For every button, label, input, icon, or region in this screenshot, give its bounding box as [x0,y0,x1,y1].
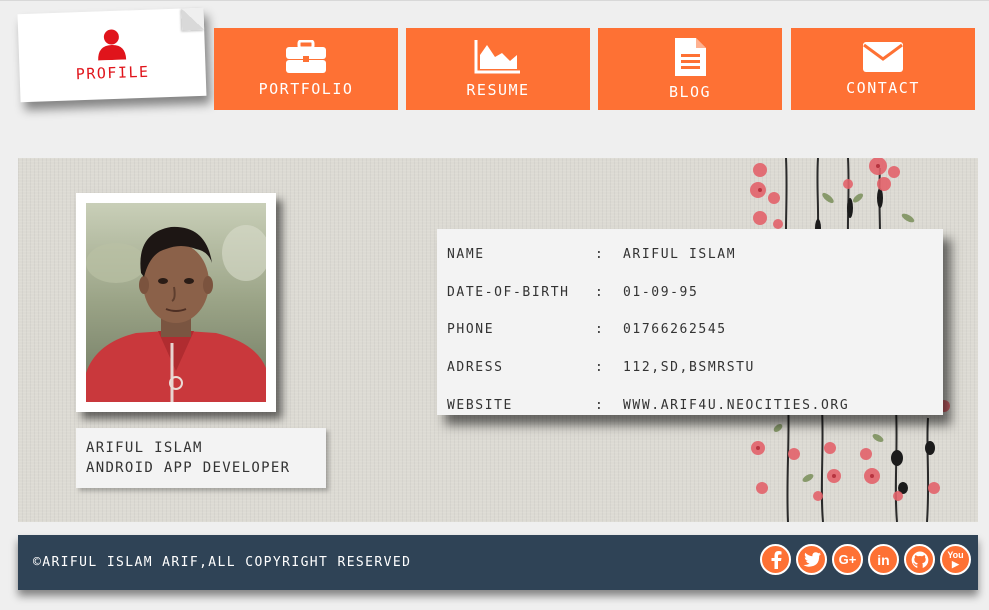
info-value: 112,SD,BSMRSTU [623,360,755,376]
google-plus-icon[interactable]: G+ [832,544,863,575]
info-separator: : [595,397,605,413]
info-separator: : [595,360,605,376]
nav-blog[interactable]: BLOG [598,28,782,110]
info-key: NAME [447,247,485,263]
facebook-icon[interactable] [760,544,791,575]
info-row-dob: DATE-OF-BIRTH : 01-09-95 [447,274,933,312]
github-icon[interactable] [904,544,935,575]
envelope-icon [863,42,903,72]
profile-banner: ARIFUL ISLAM ANDROID APP DEVELOPER NAME … [18,158,978,522]
info-card: NAME : ARIFUL ISLAM DATE-OF-BIRTH : 01-0… [437,229,943,415]
info-row-website: WEBSITE : WWW.ARIF4U.NEOCITIES.ORG [447,386,933,424]
nav-portfolio[interactable]: PORTFOLIO [214,28,398,110]
info-value: 01-09-95 [623,284,699,300]
page-fold-corner [181,7,205,31]
linkedin-icon[interactable]: in [868,544,899,575]
nav-portfolio-label: PORTFOLIO [258,80,354,98]
twitter-icon[interactable] [796,544,827,575]
youtube-icon[interactable]: You ▶ [940,544,971,575]
profile-photo-frame [76,193,276,412]
nav-resume[interactable]: RESUME [406,28,590,110]
info-separator: : [595,284,605,300]
footer: ©ARIFUL ISLAM ARIF,ALL COPYRIGHT RESERVE… [18,535,978,590]
profile-name: ARIFUL ISLAM [86,440,203,456]
user-icon [98,29,127,61]
profile-photo [86,203,266,402]
info-key: PHONE [447,322,495,338]
info-value: ARIFUL ISLAM [623,247,737,263]
info-separator: : [595,247,605,263]
nav-contact-label: CONTACT [846,79,920,97]
nav-profile[interactable]: PROFILE [17,7,207,103]
info-row-phone: PHONE : 01766262545 [447,311,933,349]
social-links: G+ in You ▶ [760,544,971,575]
info-value: 01766262545 [623,322,727,338]
info-key: WEBSITE [447,397,513,413]
info-website-link[interactable]: WWW.ARIF4U.NEOCITIES.ORG [623,398,933,413]
info-separator: : [595,322,605,338]
profile-caption: ARIFUL ISLAM ANDROID APP DEVELOPER [76,428,326,488]
nav-blog-label: BLOG [668,83,712,101]
copyright-text: ©ARIFUL ISLAM ARIF,ALL COPYRIGHT RESERVE… [33,555,412,570]
document-icon [675,38,706,76]
info-row-address: ADRESS : 112,SD,BSMRSTU [447,349,933,387]
nav-contact[interactable]: CONTACT [791,28,975,110]
nav-resume-label: RESUME [466,81,530,99]
info-key: ADRESS [447,360,504,376]
nav-profile-label: PROFILE [75,62,150,84]
briefcase-icon [286,40,326,73]
info-key: DATE-OF-BIRTH [447,284,570,300]
info-row-name: NAME : ARIFUL ISLAM [447,236,933,274]
area-chart-icon [474,40,520,74]
profile-title: ANDROID APP DEVELOPER [86,460,291,476]
